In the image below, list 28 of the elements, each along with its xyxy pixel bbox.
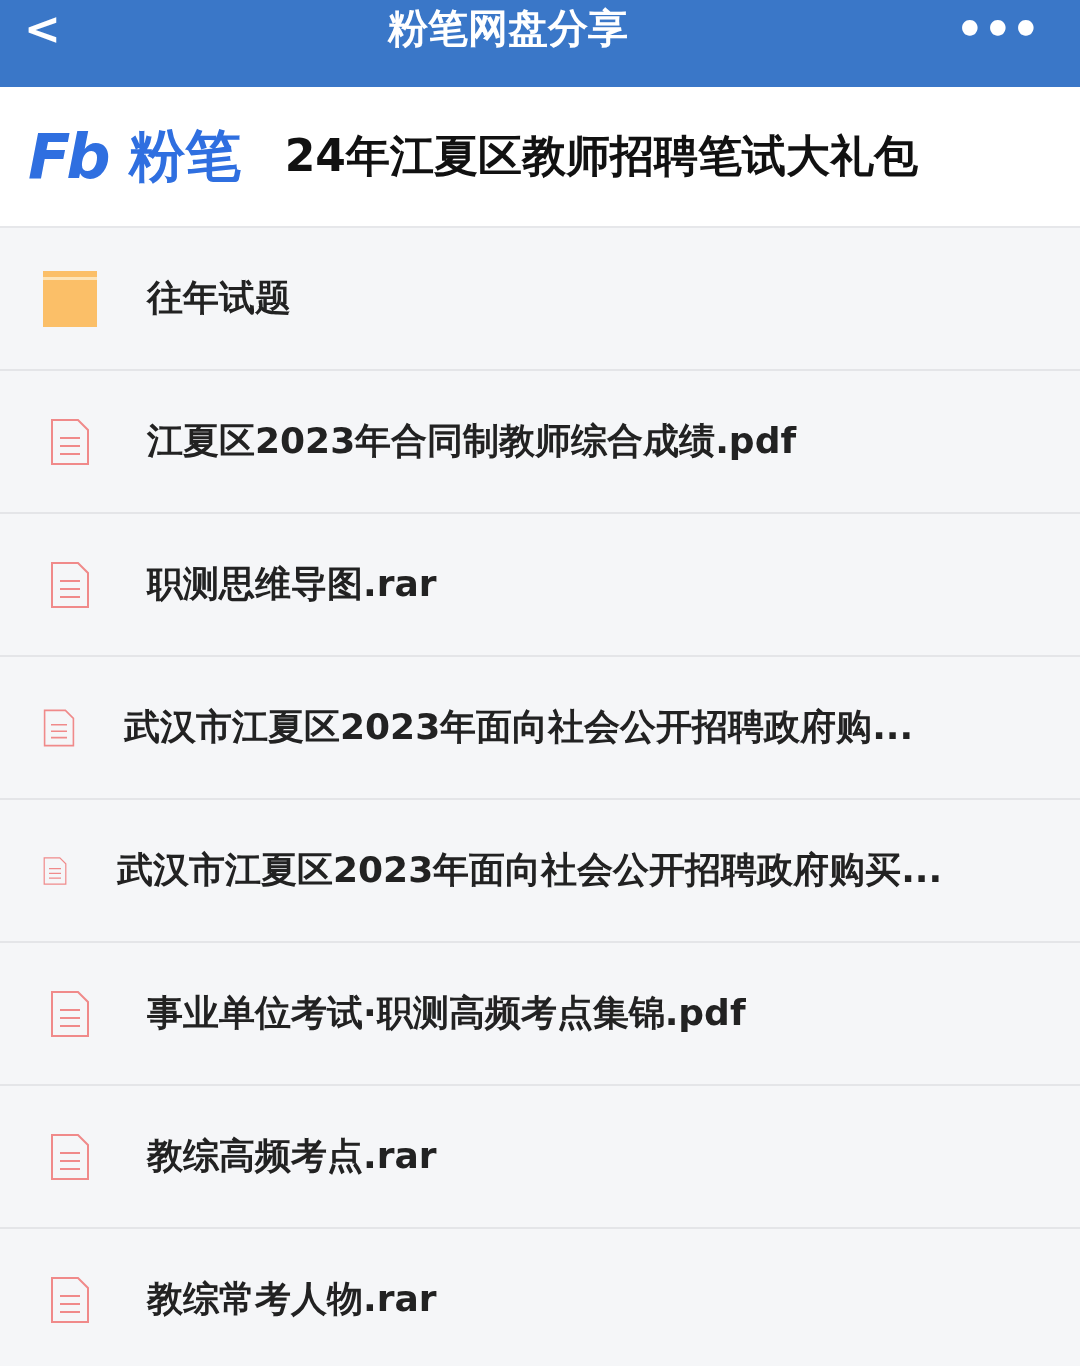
logo-mark: Fb	[28, 120, 107, 193]
file-name: 教综高频考点.rar	[147, 1134, 437, 1178]
document-icon	[50, 989, 90, 1038]
document-icon	[50, 1132, 90, 1181]
file-name: 武汉市江夏区2023年面向社会公开招聘政府购买...	[117, 848, 943, 892]
file-row[interactable]: 事业单位考试·职测高频考点集锦.pdf	[0, 943, 1080, 1086]
file-name: 职测思维导图.rar	[147, 562, 437, 606]
file-name: 事业单位考试·职测高频考点集锦.pdf	[147, 991, 746, 1035]
file-row[interactable]: 职测思维导图.rar	[0, 514, 1080, 657]
document-icon	[50, 417, 90, 466]
file-name: 教综常考人物.rar	[147, 1277, 437, 1321]
file-row[interactable]: 武汉市江夏区2023年面向社会公开招聘政府购...	[0, 657, 1080, 800]
file-name: 武汉市江夏区2023年面向社会公开招聘政府购...	[124, 705, 914, 749]
file-row[interactable]: 教综高频考点.rar	[0, 1086, 1080, 1229]
file-name: 往年试题	[147, 276, 291, 320]
file-row[interactable]: 江夏区2023年合同制教师综合成绩.pdf	[0, 371, 1080, 514]
logo-text: 粉笔	[128, 121, 241, 190]
file-name: 江夏区2023年合同制教师综合成绩.pdf	[147, 419, 797, 463]
document-icon	[50, 1275, 90, 1324]
document-icon	[50, 560, 90, 609]
file-row[interactable]: 武汉市江夏区2023年面向社会公开招聘政府购买...	[0, 800, 1080, 943]
file-row[interactable]: 往年试题	[0, 228, 1080, 371]
back-button[interactable]: <	[24, 6, 61, 81]
page-title: 粉笔网盘分享	[388, 4, 629, 53]
folder-icon	[43, 270, 97, 327]
more-button[interactable]: •••	[955, 6, 1040, 81]
share-title: 24年江夏区教师招聘笔试大礼包	[284, 129, 918, 183]
file-row[interactable]: 教综常考人物.rar	[0, 1229, 1080, 1366]
